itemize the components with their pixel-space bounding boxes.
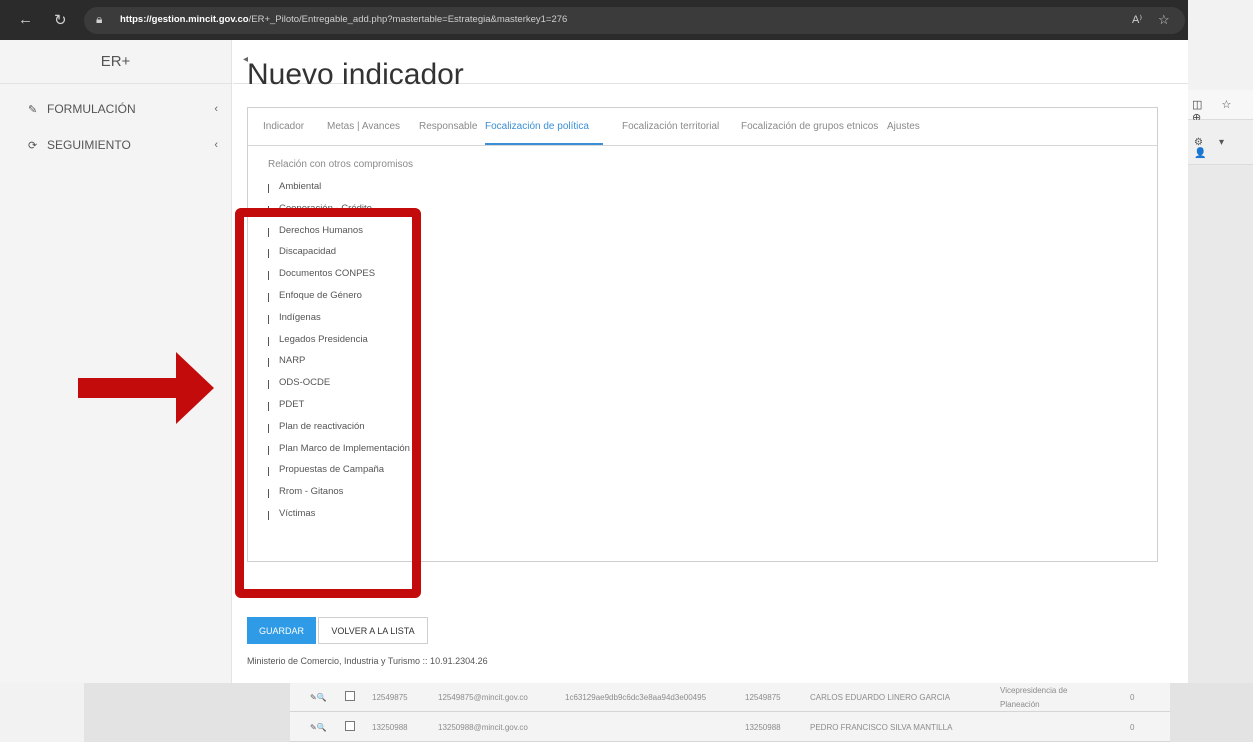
favorite-star-icon[interactable]: ☆ [1158, 12, 1170, 28]
row-email: 13250988@mincit.gov.co [438, 722, 528, 732]
browser-toolbar: ← ↻ 🔒︎ https://gestion.mincit.gov.co/ER+… [0, 0, 1188, 40]
table-row: ✎🔍 13250988 13250988@mincit.gov.co 13250… [290, 713, 1170, 742]
row-email: 12549875@mincit.gov.co [438, 692, 528, 702]
tab-focalizacion-grupos-etnicos[interactable]: Focalización de grupos etnicos [741, 121, 878, 132]
edit-icon: ✎🔍 [310, 722, 327, 732]
tab-ajustes[interactable]: Ajustes [887, 121, 920, 132]
sidebar-item-label: SEGUIMIENTO [47, 138, 131, 152]
tab-focalizacion-territorial[interactable]: Focalización territorial [622, 121, 719, 132]
list-item[interactable]: Ambiental [268, 180, 321, 193]
sidebar-item-seguimiento[interactable]: ⟳ SEGUIMIENTO ‹ [28, 138, 218, 152]
row-id: 13250988 [372, 722, 408, 732]
row-name: CARLOS EDUARDO LINERO GARCIA [810, 692, 951, 702]
row-doc: 12549875 [745, 692, 781, 702]
item-marker-icon [268, 184, 269, 193]
back-to-list-button[interactable]: VOLVER A LA LISTA [318, 617, 428, 644]
edit-icon: ✎🔍 [310, 692, 327, 702]
row-checkbox [345, 691, 355, 701]
row-count: 0 [1130, 692, 1135, 702]
row-name: PEDRO FRANCISCO SILVA MANTILLA [810, 722, 953, 732]
sidebar-item-label: FORMULACIÓN [47, 102, 136, 116]
background-header-icons: ⚙▾ 👤 [1194, 137, 1240, 159]
red-arrow-annotation [78, 352, 214, 424]
row-hash: 1c63129ae9db9c6dc3e8aa94d3e00495 [565, 692, 707, 702]
highlight-box [235, 208, 421, 598]
tab-responsable[interactable]: Responsable [419, 121, 477, 132]
active-tab-indicator [485, 143, 603, 145]
read-aloud-icon[interactable]: A⁾ [1132, 13, 1142, 26]
back-arrow-icon[interactable]: ← [18, 11, 33, 28]
url-path: /ER+_Piloto/Entregable_add.php?mastertab… [248, 14, 568, 25]
row-count: 0 [1130, 722, 1135, 732]
chevron-left-icon: ‹ [214, 103, 218, 115]
row-dependency: Vicepresidencia de Planeación [1000, 686, 1068, 709]
section-label: Relación con otros compromisos [268, 159, 414, 170]
address-url[interactable]: https://gestion.mincit.gov.co/ER+_Piloto… [120, 14, 567, 25]
tab-focalizacion-politica[interactable]: Focalización de política [485, 121, 589, 132]
page-title: Nuevo indicador [247, 58, 464, 91]
sidebar-item-formulacion[interactable]: ✎ FORMULACIÓN ‹ [28, 102, 218, 116]
tab-indicador[interactable]: Indicador [263, 121, 304, 132]
footer-text: Ministerio de Comercio, Industria y Turi… [247, 656, 488, 666]
reload-icon[interactable]: ↻ [54, 11, 67, 29]
edit-icon: ✎ [28, 103, 38, 116]
chevron-left-icon: ‹ [214, 139, 218, 151]
lock-icon[interactable]: 🔒︎ [96, 12, 102, 27]
url-host: https://gestion.mincit.gov.co [120, 14, 249, 25]
save-button[interactable]: GUARDAR [247, 617, 316, 644]
row-id: 12549875 [372, 692, 408, 702]
tab-metas-avances[interactable]: Metas | Avances [327, 121, 400, 132]
tab-bar: Indicador Metas | Avances Responsable Fo… [248, 108, 1157, 146]
table-row: ✎🔍 12549875 12549875@mincit.gov.co 1c631… [290, 683, 1170, 712]
refresh-icon: ⟳ [28, 139, 38, 152]
row-doc: 13250988 [745, 722, 781, 732]
row-checkbox [345, 721, 355, 731]
background-right-panel [1188, 90, 1253, 742]
brand-logo[interactable]: ER+ [0, 40, 231, 84]
list-item-label: Ambiental [279, 181, 322, 192]
